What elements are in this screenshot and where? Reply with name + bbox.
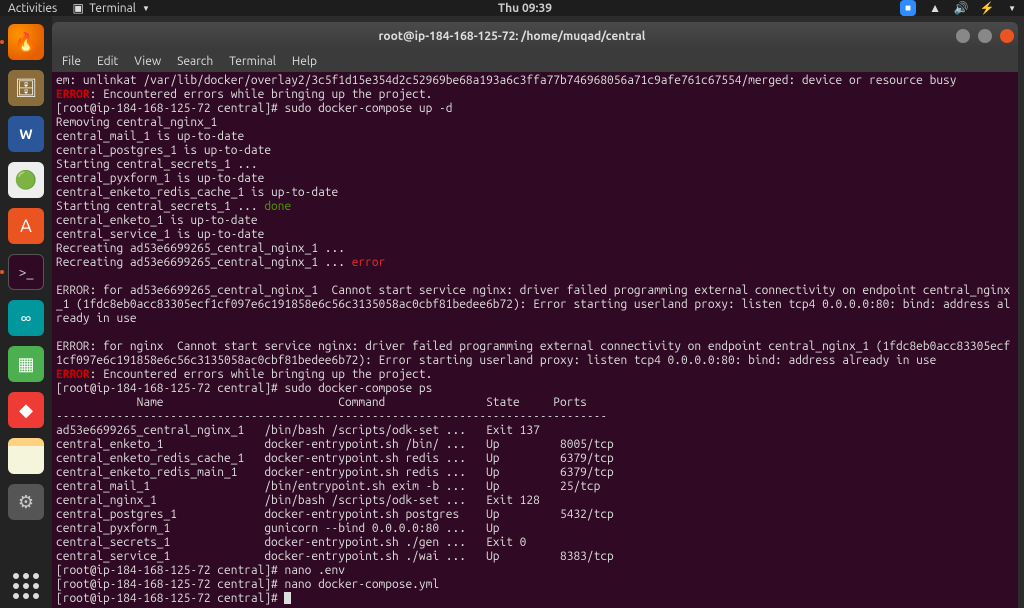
clock[interactable]: Thu 09:39 — [150, 2, 900, 15]
line: : Encountered errors while bringing up t… — [90, 88, 433, 101]
terminal-window: root@ip-184-168-125-72: /home/muqad/cent… — [52, 22, 1018, 608]
android-studio-icon: 🟢 — [8, 162, 44, 198]
dock-files[interactable]: 🗄 — [4, 66, 48, 110]
menu-edit[interactable]: Edit — [97, 55, 118, 68]
prompt-line: [root@ip-184-168-125-72 central]# nano d… — [56, 578, 439, 591]
battery-icon[interactable]: ⚡ — [980, 1, 994, 15]
line: Starting central_secrets_1 ... — [56, 200, 264, 213]
dock-settings[interactable]: ⚙ — [4, 480, 48, 524]
arduino-icon: ∞ — [8, 300, 44, 336]
notes-icon — [8, 438, 44, 474]
line: Recreating ad53e6699265_central_nginx_1 … — [56, 242, 345, 255]
ps-row: central_postgres_1 docker-entrypoint.sh … — [56, 508, 614, 521]
app-menu-label: Terminal — [89, 2, 136, 15]
minimize-button[interactable] — [956, 29, 970, 43]
files-icon: 🗄 — [8, 70, 44, 106]
cursor — [284, 592, 291, 604]
ps-row: ad53e6699265_central_nginx_1 /bin/bash /… — [56, 424, 614, 437]
line: central_mail_1 is up-to-date — [56, 130, 244, 143]
line: 1cf097e6c191858e6c56c3135058ac0cbf81bede… — [56, 354, 936, 367]
anydesk-icon: ◆ — [8, 392, 44, 428]
dock-word[interactable]: W — [4, 112, 48, 156]
dock-arduino[interactable]: ∞ — [4, 296, 48, 340]
ps-sep: ----------------------------------------… — [56, 410, 607, 423]
dock-anydesk[interactable]: ◆ — [4, 388, 48, 432]
error-tag: ERROR — [56, 88, 90, 101]
ps-header: Name Command State Ports — [56, 396, 600, 409]
system-menu-chevron-icon[interactable]: ▼ — [1008, 4, 1016, 13]
window-title: root@ip-184-168-125-72: /home/muqad/cent… — [72, 30, 952, 43]
gear-icon: ⚙ — [8, 484, 44, 520]
dock-software[interactable]: A — [4, 204, 48, 248]
prompt-line: [root@ip-184-168-125-72 central]# sudo d… — [56, 102, 452, 115]
show-applications[interactable] — [4, 564, 48, 608]
close-button[interactable] — [1000, 29, 1014, 43]
software-icon: A — [8, 208, 44, 244]
ps-row: central_pyxform_1 gunicorn --bind 0.0.0.… — [56, 522, 614, 535]
line: em: unlinkat /var/lib/docker/overlay2/3c… — [56, 74, 957, 87]
terminal-dock-icon: >_ — [8, 254, 44, 290]
network-icon[interactable]: ▲ — [928, 1, 942, 15]
ps-row: central_enketo_1 docker-entrypoint.sh /b… — [56, 438, 614, 451]
window-titlebar[interactable]: root@ip-184-168-125-72: /home/muqad/cent… — [52, 22, 1018, 50]
chevron-down-icon: ▼ — [142, 4, 150, 13]
prompt-line: [root@ip-184-168-125-72 central]# sudo d… — [56, 382, 432, 395]
gnome-topbar: Activities ▣ Terminal ▼ Thu 09:39 ■ ▲ 🔊 … — [0, 0, 1024, 16]
ps-row: central_service_1 docker-entrypoint.sh .… — [56, 550, 614, 563]
line: central_pyxform_1 is up-to-date — [56, 172, 264, 185]
dock-android-studio[interactable]: 🟢 — [4, 158, 48, 202]
line: Starting central_secrets_1 ... — [56, 158, 258, 171]
terminal-body[interactable]: em: unlinkat /var/lib/docker/overlay2/3c… — [52, 72, 1018, 608]
error-tag: ERROR — [56, 368, 90, 381]
line: ready in use — [56, 312, 137, 325]
menu-terminal[interactable]: Terminal — [229, 55, 276, 68]
menu-help[interactable]: Help — [292, 55, 317, 68]
dock-calc[interactable]: ▦ — [4, 342, 48, 386]
error-text: error — [352, 256, 386, 269]
dock-notes[interactable] — [4, 434, 48, 478]
apps-grid-icon — [8, 568, 44, 604]
terminal-menubar: File Edit View Search Terminal Help — [52, 50, 1018, 72]
ps-row: central_enketo_redis_cache_1 docker-entr… — [56, 452, 614, 465]
line: central_postgres_1 is up-to-date — [56, 144, 271, 157]
word-icon: W — [8, 116, 44, 152]
dock-terminal[interactable]: >_ — [4, 250, 48, 294]
line: central_enketo_1 is up-to-date — [56, 214, 258, 227]
ps-row: central_secrets_1 docker-entrypoint.sh .… — [56, 536, 614, 549]
ps-row: central_enketo_redis_main_1 docker-entry… — [56, 466, 614, 479]
spreadsheet-icon: ▦ — [8, 346, 44, 382]
dock-firefox[interactable]: 🔥 — [4, 20, 48, 64]
volume-icon[interactable]: 🔊 — [954, 1, 968, 15]
ps-row: central_mail_1 /bin/entrypoint.sh exim -… — [56, 480, 614, 493]
firefox-icon: 🔥 — [8, 24, 44, 60]
line: central_enketo_redis_cache_1 is up-to-da… — [56, 186, 338, 199]
line: : Encountered errors while bringing up t… — [90, 368, 433, 381]
line: _1 (1fdc8eb0acc83305ecf1cf097e6c191858e6… — [56, 298, 1010, 311]
prompt-line: [root@ip-184-168-125-72 central]# — [56, 592, 284, 605]
terminal-icon: ▣ — [71, 1, 85, 15]
maximize-button[interactable] — [978, 29, 992, 43]
zoom-indicator-icon[interactable]: ■ — [900, 0, 916, 16]
menu-search[interactable]: Search — [177, 55, 213, 68]
prompt-line: [root@ip-184-168-125-72 central]# nano .… — [56, 564, 345, 577]
line: ERROR: for ad53e6699265_central_nginx_1 … — [56, 284, 1010, 297]
ps-row: central_nginx_1 /bin/bash /scripts/odk-s… — [56, 494, 614, 507]
done-text: done — [264, 200, 291, 213]
app-menu[interactable]: ▣ Terminal ▼ — [71, 1, 150, 15]
dock: 🔥 🗄 W 🟢 A >_ ∞ ▦ ◆ ⚙ — [0, 16, 52, 608]
activities-button[interactable]: Activities — [8, 2, 57, 15]
line: Removing central_nginx_1 — [56, 116, 217, 129]
line: Recreating ad53e6699265_central_nginx_1 … — [56, 256, 352, 269]
menu-file[interactable]: File — [62, 55, 81, 68]
menu-view[interactable]: View — [134, 55, 161, 68]
line: ERROR: for nginx Cannot start service ng… — [56, 340, 1010, 353]
line: central_service_1 is up-to-date — [56, 228, 264, 241]
